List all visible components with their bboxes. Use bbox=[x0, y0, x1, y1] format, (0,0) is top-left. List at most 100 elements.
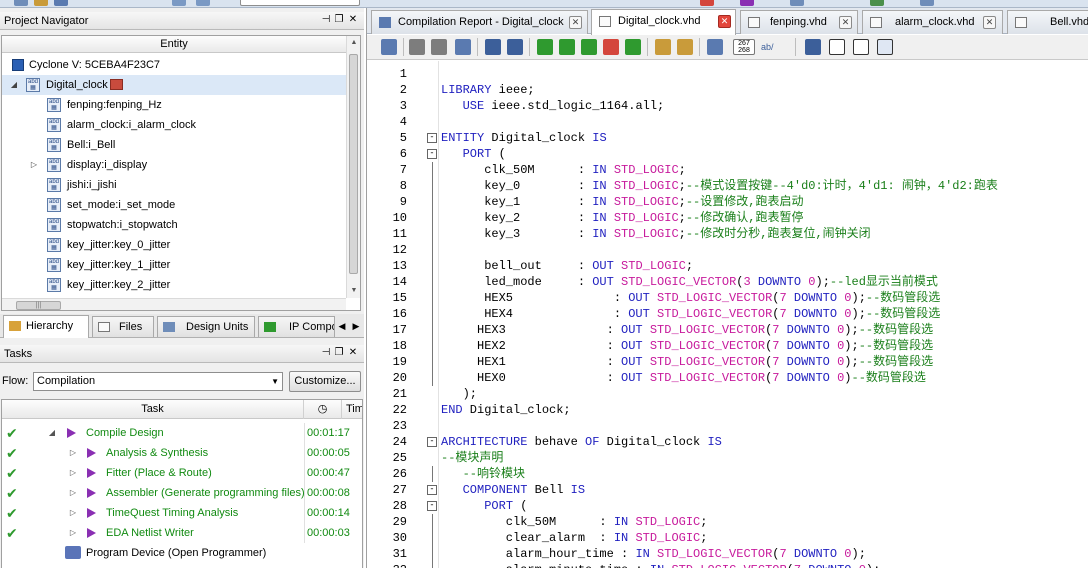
flow-select[interactable]: Compilation ▼ bbox=[33, 372, 283, 391]
goto-line-icon[interactable] bbox=[455, 39, 471, 55]
save-icon[interactable] bbox=[54, 0, 68, 6]
tree-instance[interactable]: abd ▦ stopwatch:i_stopwatch bbox=[2, 215, 346, 235]
run-icon[interactable] bbox=[87, 508, 96, 518]
prev-bookmark-icon[interactable] bbox=[581, 39, 597, 55]
navigator-vertical-scrollbar[interactable]: ▲ ▼ bbox=[346, 36, 360, 298]
expand-arrow-icon[interactable]: ▷ bbox=[29, 155, 39, 175]
compile-icon[interactable] bbox=[740, 0, 754, 6]
new-file-icon[interactable] bbox=[14, 0, 28, 6]
time-column-header[interactable]: Tim bbox=[346, 400, 362, 419]
list-icon[interactable] bbox=[853, 39, 869, 55]
expand-arrow-icon[interactable]: ▷ bbox=[68, 483, 78, 503]
pin-icon[interactable]: ⊣ bbox=[320, 347, 332, 358]
float-icon[interactable]: ❐ bbox=[333, 14, 345, 25]
tab-scroll-right-icon[interactable]: ▶ bbox=[350, 319, 362, 333]
run-icon[interactable] bbox=[67, 428, 76, 438]
window-icon[interactable] bbox=[381, 39, 397, 55]
close-tab-icon[interactable]: ✕ bbox=[569, 16, 582, 29]
tree-instance[interactable]: abd ▦ key_jitter:key_1_jitter bbox=[2, 255, 346, 275]
fold-toggle-icon[interactable]: - bbox=[427, 437, 437, 447]
task-row[interactable]: ✔ ▷ Fitter (Place & Route) 00:00:47 bbox=[2, 463, 362, 483]
task-row[interactable]: Program Device (Open Programmer) bbox=[2, 543, 362, 563]
timing-icon[interactable] bbox=[870, 0, 884, 6]
collapse-arrow-icon[interactable]: ◢ bbox=[9, 75, 19, 95]
open-file-icon[interactable] bbox=[34, 0, 48, 6]
bookmark-list-icon[interactable] bbox=[625, 39, 641, 55]
list-icon[interactable] bbox=[829, 39, 845, 55]
tree-top-entity[interactable]: ◢ abd ▦ Digital_clock bbox=[2, 75, 346, 95]
programmer-icon[interactable] bbox=[920, 0, 934, 6]
run-icon[interactable] bbox=[87, 528, 96, 538]
tab-compilation-report[interactable]: Compilation Report - Digital_clock ✕ bbox=[371, 10, 588, 34]
task-row[interactable]: ✔ ▷ TimeQuest Timing Analysis 00:00:14 bbox=[2, 503, 362, 523]
tab-bell-vhd[interactable]: Bell.vhd bbox=[1007, 10, 1088, 34]
tab-digital-clock-vhd[interactable]: Digital_clock.vhd ✕ bbox=[591, 9, 736, 35]
close-icon[interactable]: ✕ bbox=[347, 347, 359, 358]
float-icon[interactable]: ❐ bbox=[333, 347, 345, 358]
clock-icon[interactable]: ◷ bbox=[304, 400, 342, 419]
tab-design-units[interactable]: Design Units bbox=[157, 316, 255, 337]
close-icon[interactable]: ✕ bbox=[347, 14, 359, 25]
expand-arrow-icon[interactable]: ▷ bbox=[68, 463, 78, 483]
redo-icon[interactable] bbox=[196, 0, 210, 6]
analysis-icon[interactable] bbox=[790, 0, 804, 6]
run-icon[interactable] bbox=[87, 448, 96, 458]
line-numbers-toggle[interactable]: 267 268 bbox=[733, 39, 755, 55]
scroll-icon[interactable] bbox=[677, 39, 693, 55]
scroll-thumb[interactable] bbox=[349, 54, 358, 274]
task-column-header[interactable]: Task bbox=[2, 400, 304, 419]
close-tab-icon[interactable]: ✕ bbox=[718, 15, 731, 28]
navigator-horizontal-scrollbar[interactable]: ||| bbox=[2, 298, 346, 310]
tab-hierarchy[interactable]: Hierarchy bbox=[3, 315, 89, 338]
scroll-thumb[interactable]: ||| bbox=[16, 301, 61, 310]
customize-button[interactable]: Customize... bbox=[289, 371, 361, 392]
clear-bookmarks-icon[interactable] bbox=[603, 39, 619, 55]
pin-icon[interactable]: ⊣ bbox=[320, 14, 332, 25]
tab-files[interactable]: Files bbox=[92, 316, 154, 337]
expand-arrow-icon[interactable]: ▷ bbox=[68, 443, 78, 463]
task-row[interactable]: ✔ ◢ Compile Design 00:01:17 bbox=[2, 423, 362, 443]
tree-instance[interactable]: abd ▦ key_jitter:key_0_jitter bbox=[2, 235, 346, 255]
list-icon[interactable] bbox=[877, 39, 893, 55]
next-bookmark-icon[interactable] bbox=[559, 39, 575, 55]
scroll-down-icon[interactable]: ▼ bbox=[347, 284, 360, 298]
run-icon[interactable] bbox=[87, 468, 96, 478]
stop-icon[interactable] bbox=[700, 0, 714, 6]
undo-icon[interactable] bbox=[172, 0, 186, 6]
unindent-icon[interactable] bbox=[507, 39, 523, 55]
fold-toggle-icon[interactable]: - bbox=[427, 133, 437, 143]
run-icon[interactable] bbox=[87, 488, 96, 498]
tree-instance[interactable]: abd ▦ alarm_clock:i_alarm_clock bbox=[2, 115, 346, 135]
tree-instance[interactable]: abd ▦ fenping:fenping_Hz bbox=[2, 95, 346, 115]
task-row[interactable]: ✔ ▷ Analysis & Synthesis 00:00:05 bbox=[2, 443, 362, 463]
fold-toggle-icon[interactable]: - bbox=[427, 149, 437, 159]
wrap-toggle[interactable]: ab/ bbox=[761, 39, 783, 55]
indent-icon[interactable] bbox=[485, 39, 501, 55]
code-editor[interactable]: LIBRARY ieee; USE ieee.std_logic_1164.al… bbox=[439, 61, 1088, 568]
find-next-icon[interactable] bbox=[431, 39, 447, 55]
tree-instance[interactable]: abd ▦ set_mode:i_set_mode bbox=[2, 195, 346, 215]
collapse-arrow-icon[interactable]: ◢ bbox=[47, 423, 57, 443]
tree-instance[interactable]: abd ▦ key_jitter:key_2_jitter bbox=[2, 275, 346, 295]
tree-instance[interactable]: ▷ abd ▦ display:i_display bbox=[2, 155, 346, 175]
fold-toggle-icon[interactable]: - bbox=[427, 501, 437, 511]
bookmark-icon[interactable] bbox=[537, 39, 553, 55]
tree-instance[interactable]: abd ▦ Bell:i_Bell bbox=[2, 135, 346, 155]
fold-toggle-icon[interactable]: - bbox=[427, 485, 437, 495]
project-select[interactable] bbox=[240, 0, 360, 6]
tab-scroll-left-icon[interactable]: ◀ bbox=[336, 319, 348, 333]
tab-fenping-vhd[interactable]: fenping.vhd ✕ bbox=[740, 10, 858, 34]
comment-icon[interactable] bbox=[707, 39, 723, 55]
find-icon[interactable] bbox=[409, 39, 425, 55]
tab-ip-components[interactable]: IP Compo bbox=[258, 316, 335, 337]
tree-device[interactable]: Cyclone V: 5CEBA4F23C7 bbox=[2, 55, 346, 75]
entity-column-header[interactable]: Entity bbox=[2, 36, 346, 53]
close-tab-icon[interactable]: ✕ bbox=[839, 16, 852, 29]
expand-arrow-icon[interactable]: ▷ bbox=[68, 523, 78, 543]
scroll-up-icon[interactable]: ▲ bbox=[347, 36, 360, 50]
tab-alarm-clock-vhd[interactable]: alarm_clock.vhd ✕ bbox=[862, 10, 1003, 34]
insert-template-icon[interactable] bbox=[655, 39, 671, 55]
tree-instance[interactable]: abd ▦ jishi:i_jishi bbox=[2, 175, 346, 195]
task-row[interactable]: ✔ ▷ Assembler (Generate programming file… bbox=[2, 483, 362, 503]
arrow-right-icon[interactable] bbox=[805, 39, 821, 55]
